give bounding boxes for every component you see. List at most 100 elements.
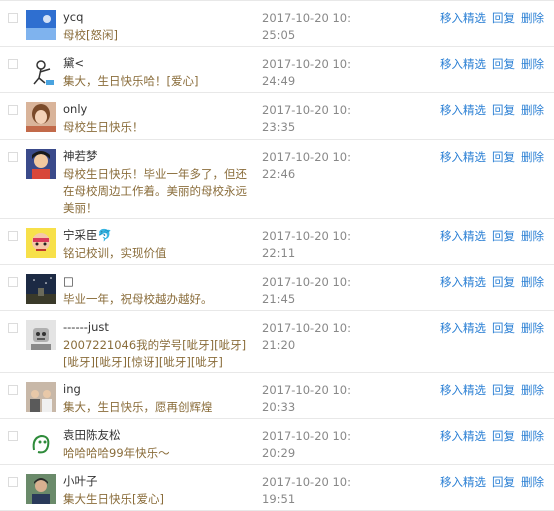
comment-author[interactable]: ------just: [63, 319, 109, 335]
comment-time: 2017-10-20 10:20:33: [262, 383, 351, 414]
comment-author[interactable]: ycq: [63, 9, 83, 25]
comment-author[interactable]: 宁采臣🐬: [63, 227, 112, 243]
sketch-figure-avatar-icon[interactable]: [26, 56, 56, 86]
comment-author[interactable]: ing: [63, 381, 81, 397]
delete-link[interactable]: 删除: [521, 429, 544, 443]
reply-link[interactable]: 回复: [492, 57, 515, 71]
comment-author[interactable]: 神若梦: [63, 148, 98, 164]
move-to-featured-link[interactable]: 移入精选: [440, 275, 486, 289]
select-checkbox[interactable]: [8, 59, 18, 69]
list-item: 神若梦 母校生日快乐！毕业一年多了，但还在母校周边工作着。美丽的母校永远美丽！ …: [0, 140, 554, 219]
move-to-featured-link[interactable]: 移入精选: [440, 475, 486, 489]
comment-actions: 移入精选 回复 删除: [440, 320, 550, 337]
comment-actions: 移入精选 回复 删除: [440, 382, 550, 399]
reply-link[interactable]: 回复: [492, 475, 515, 489]
list-item: □ 毕业一年，祝母校越办越好。 2017-10-20 10:21:45 移入精选…: [0, 265, 554, 311]
comment-time: 2017-10-20 10:20:29: [262, 429, 351, 460]
cartoon-avatar-icon[interactable]: [26, 149, 56, 179]
comment-time: 2017-10-20 10:21:45: [262, 275, 351, 306]
reply-link[interactable]: 回复: [492, 275, 515, 289]
comment-actions: 移入精选 回复 删除: [440, 56, 550, 73]
comment-text: 毕业一年，祝母校越办越好。: [63, 292, 213, 306]
comment-text: 集大，生日快乐哈！[爱心]: [63, 74, 199, 88]
comment-time: 2017-10-20 10:21:20: [262, 321, 351, 352]
move-to-featured-link[interactable]: 移入精选: [440, 103, 486, 117]
select-checkbox[interactable]: [8, 13, 18, 23]
delete-link[interactable]: 删除: [521, 383, 544, 397]
comment-actions: 移入精选 回复 删除: [440, 428, 550, 445]
list-item: 小叶子 集大生日快乐[爱心] 2017-10-20 10:19:51 移入精选回…: [0, 465, 554, 511]
comment-time: 2017-10-20 10:25:05: [262, 11, 351, 42]
comment-text: 集大，生日快乐，愿再创辉煌: [63, 400, 213, 414]
reply-link[interactable]: 回复: [492, 229, 515, 243]
reply-link[interactable]: 回复: [492, 103, 515, 117]
delete-link[interactable]: 删除: [521, 321, 544, 335]
comment-text: 2007221046我的学号[呲牙][呲牙][呲牙][呲牙][惊讶][呲牙][呲…: [63, 338, 247, 369]
list-item: 黛< 集大，生日快乐哈！[爱心] 2017-10-20 10:24:49 移入精…: [0, 47, 554, 93]
delete-link[interactable]: 删除: [521, 57, 544, 71]
delete-link[interactable]: 删除: [521, 275, 544, 289]
move-to-featured-link[interactable]: 移入精选: [440, 429, 486, 443]
select-checkbox[interactable]: [8, 431, 18, 441]
list-item: ing 集大，生日快乐，愿再创辉煌 2017-10-20 10:20:33 移入…: [0, 373, 554, 419]
move-to-featured-link[interactable]: 移入精选: [440, 11, 486, 25]
select-checkbox[interactable]: [8, 323, 18, 333]
reply-link[interactable]: 回复: [492, 383, 515, 397]
comment-author[interactable]: only: [63, 101, 87, 117]
robot-avatar-icon[interactable]: [26, 320, 56, 350]
reply-link[interactable]: 回复: [492, 150, 515, 164]
comment-text: 母校生日快乐！: [63, 120, 144, 134]
comment-author[interactable]: 黛<: [63, 55, 84, 71]
select-checkbox[interactable]: [8, 152, 18, 162]
delete-link[interactable]: 删除: [521, 103, 544, 117]
comment-text: 哈哈哈哈99年快乐～: [63, 446, 170, 460]
comment-author[interactable]: 袁田陈友松: [63, 427, 121, 443]
person-photo-avatar-icon[interactable]: [26, 474, 56, 504]
yellow-cartoon-avatar-icon[interactable]: [26, 228, 56, 258]
reply-link[interactable]: 回复: [492, 321, 515, 335]
comment-list: ycq 母校[怒闲] 2017-10-20 10:25:05 移入精选 回复 删除 …: [0, 0, 554, 511]
comment-text: 母校[怒闲]: [63, 28, 118, 42]
comment-author[interactable]: □: [63, 273, 74, 289]
blue-sky-avatar-icon[interactable]: [26, 10, 56, 40]
group-photo-avatar-icon[interactable]: [26, 382, 56, 412]
comment-time: 2017-10-20 10:24:49: [262, 57, 351, 88]
comment-actions: 移入精选 回复 删除: [440, 228, 550, 245]
list-item: ycq 母校[怒闲] 2017-10-20 10:25:05 移入精选 回复 删除: [0, 0, 554, 47]
list-item: ------just 2007221046我的学号[呲牙][呲牙][呲牙][呲牙…: [0, 311, 554, 373]
reply-link[interactable]: 回复: [492, 429, 515, 443]
list-item: 宁采臣🐬 铭记校训，实现价值 2017-10-20 10:22:11 移入精选回…: [0, 219, 554, 265]
move-to-featured-link[interactable]: 移入精选: [440, 150, 486, 164]
comment-actions: 移入精选 回复 删除: [440, 102, 550, 119]
comment-time: 2017-10-20 10:22:11: [262, 229, 351, 260]
select-checkbox[interactable]: [8, 105, 18, 115]
comment-actions: 移入精选 回复 删除: [440, 10, 550, 27]
reply-link[interactable]: 回复: [492, 11, 515, 25]
move-to-featured-link[interactable]: 移入精选: [440, 57, 486, 71]
delete-link[interactable]: 删除: [521, 229, 544, 243]
delete-link[interactable]: 删除: [521, 475, 544, 489]
delete-link[interactable]: 删除: [521, 150, 544, 164]
night-sky-avatar-icon[interactable]: [26, 274, 56, 304]
select-checkbox[interactable]: [8, 231, 18, 241]
select-checkbox[interactable]: [8, 277, 18, 287]
delete-link[interactable]: 删除: [521, 11, 544, 25]
list-item: only 母校生日快乐！ 2017-10-20 10:23:35 移入精选 回复删…: [0, 93, 554, 140]
comment-time: 2017-10-20 10:22:46: [262, 150, 351, 181]
move-to-featured-link[interactable]: 移入精选: [440, 383, 486, 397]
comment-author[interactable]: 小叶子: [63, 473, 98, 489]
comment-actions: 移入精选 回复 删除: [440, 474, 550, 491]
comment-text: 集大生日快乐[爱心]: [63, 492, 164, 506]
girl-portrait-avatar-icon[interactable]: [26, 102, 56, 132]
comment-text: 母校生日快乐！毕业一年多了，但还在母校周边工作着。美丽的母校永远美丽！: [63, 167, 247, 215]
green-doodle-avatar-icon[interactable]: [26, 428, 56, 458]
comment-time: 2017-10-20 10:19:51: [262, 475, 351, 506]
comment-time: 2017-10-20 10:23:35: [262, 103, 351, 134]
select-checkbox[interactable]: [8, 477, 18, 487]
select-checkbox[interactable]: [8, 385, 18, 395]
comment-actions: 移入精选 回复 删除: [440, 274, 550, 291]
comment-actions: 移入精选 回复 删除: [440, 149, 550, 166]
move-to-featured-link[interactable]: 移入精选: [440, 229, 486, 243]
list-item: 袁田陈友松 哈哈哈哈99年快乐～ 2017-10-20 10:20:29 移入精…: [0, 419, 554, 465]
move-to-featured-link[interactable]: 移入精选: [440, 321, 486, 335]
